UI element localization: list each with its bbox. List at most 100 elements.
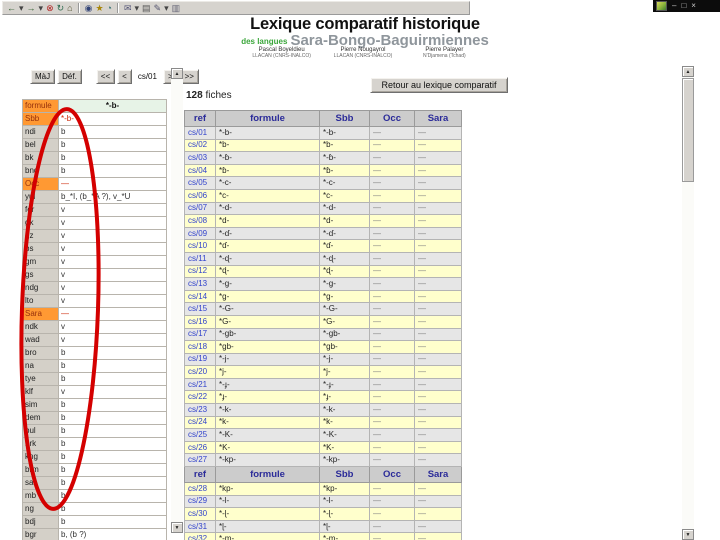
prev-record-button[interactable]: <: [117, 69, 132, 84]
ref-link[interactable]: cs/24: [184, 415, 216, 430]
ref-link[interactable]: cs/30: [184, 507, 216, 521]
search-icon[interactable]: ◉: [85, 3, 93, 13]
ref-link[interactable]: cs/26: [184, 440, 216, 455]
lang-label: ng: [22, 502, 59, 516]
sara-cell: —: [414, 494, 462, 509]
ref-link[interactable]: cs/06: [184, 188, 216, 203]
ref-link[interactable]: cs/04: [184, 163, 216, 178]
ref-link[interactable]: cs/01: [184, 126, 216, 140]
ref-link[interactable]: cs/27: [184, 453, 216, 468]
formule-cell: *-ɗ-: [215, 226, 320, 241]
table-row: cs/19 *-j- *-j- — —: [184, 352, 462, 367]
sara-cell: —: [414, 226, 462, 241]
column-header-ref: ref: [184, 110, 216, 127]
record-form-row: mb b: [22, 489, 167, 503]
formule-cell: *-ɖ-: [215, 251, 320, 266]
ref-link[interactable]: cs/07: [184, 201, 216, 216]
sbb-cell: *-ɟ-: [319, 377, 370, 392]
ref-link[interactable]: cs/02: [184, 138, 216, 153]
minimize-icon[interactable]: –: [672, 2, 676, 10]
edit-dropdown-icon[interactable]: ▾: [164, 3, 169, 13]
forward-dropdown-icon[interactable]: ▾: [39, 3, 44, 13]
ref-link[interactable]: cs/12: [184, 264, 216, 279]
lang-label: klf: [22, 385, 59, 399]
lang-label: kng: [22, 450, 59, 464]
scrollbar-thumb[interactable]: [682, 78, 694, 182]
record-form-row: formule *-b-: [22, 99, 167, 113]
ref-link[interactable]: cs/23: [184, 403, 216, 417]
scroll-down-icon[interactable]: ▼: [171, 522, 183, 533]
print-icon[interactable]: ▤: [142, 3, 151, 13]
sbb-cell: *k-: [319, 415, 370, 430]
record-form-value: v: [58, 242, 167, 256]
ref-link[interactable]: cs/20: [184, 365, 216, 379]
ref-link[interactable]: cs/25: [184, 428, 216, 442]
back-dropdown-icon[interactable]: ▾: [19, 3, 24, 13]
formule-cell: *-k-: [215, 403, 320, 417]
ref-link[interactable]: cs/09: [184, 226, 216, 241]
back-icon[interactable]: ←: [7, 3, 16, 13]
ref-link[interactable]: cs/14: [184, 289, 216, 304]
occ-cell: —: [369, 403, 415, 417]
forward-icon[interactable]: →: [27, 3, 36, 13]
home-icon[interactable]: ⌂: [67, 3, 72, 13]
formule-cell: *-ɟ-: [215, 377, 320, 392]
ref-link[interactable]: cs/32: [184, 532, 216, 540]
left-frame-scrollbar[interactable]: ▲ ▼: [171, 68, 183, 533]
record-form-row: ng b: [22, 502, 167, 516]
record-form-value: v: [58, 268, 167, 282]
ref-link[interactable]: cs/17: [184, 327, 216, 342]
maximize-icon[interactable]: □: [681, 2, 686, 10]
formule-cell: *c-: [215, 188, 320, 203]
first-record-button[interactable]: <<: [95, 69, 116, 84]
table-row: cs/24 *k- *k- — —: [184, 415, 462, 430]
record-form-value: b: [58, 138, 167, 152]
ref-link[interactable]: cs/05: [184, 176, 216, 190]
refresh-icon[interactable]: ↻: [57, 3, 65, 13]
lang-label: sim: [22, 398, 59, 412]
scroll-up-icon[interactable]: ▲: [171, 68, 183, 79]
stop-icon[interactable]: ⊗: [46, 3, 54, 13]
ref-link[interactable]: cs/15: [184, 302, 216, 316]
ref-link[interactable]: cs/08: [184, 214, 216, 228]
mail-icon[interactable]: ✉: [124, 3, 132, 13]
ref-link[interactable]: cs/28: [184, 482, 216, 496]
ref-link[interactable]: cs/13: [184, 277, 216, 291]
table-row: cs/25 *-K- *-K- — —: [184, 428, 462, 442]
ref-link[interactable]: cs/10: [184, 239, 216, 253]
close-icon[interactable]: ×: [691, 2, 696, 10]
ref-link[interactable]: cs/11: [184, 251, 216, 266]
occ-cell: —: [369, 188, 415, 203]
record-form-row: yul b_*I, (b_*A ?), v_*U: [22, 190, 167, 204]
ref-link[interactable]: cs/29: [184, 494, 216, 509]
sara-cell: —: [414, 176, 462, 190]
ref-link[interactable]: cs/19: [184, 352, 216, 367]
occ-cell: —: [369, 176, 415, 190]
ref-link[interactable]: cs/18: [184, 340, 216, 354]
ref-link[interactable]: cs/03: [184, 151, 216, 165]
formule-cell: *-b-: [215, 126, 320, 140]
lang-label: bdj: [22, 515, 59, 529]
back-to-lexicon-button[interactable]: Retour au lexique comparatif: [370, 77, 508, 93]
ref-link[interactable]: cs/16: [184, 314, 216, 329]
scroll-up-icon[interactable]: ▲: [682, 66, 694, 77]
main-frame-scrollbar[interactable]: ▲ ▼: [682, 66, 694, 540]
history-icon[interactable]: ◔: [107, 3, 112, 13]
definition-button[interactable]: Déf.: [57, 69, 82, 84]
sbb-cell: *ɟ-: [319, 390, 370, 405]
ref-link[interactable]: cs/21: [184, 377, 216, 392]
record-form-row: bk b: [22, 151, 167, 165]
record-form: formule *-b- Sbb *-b-ndi b bel b bk b bng b Occ — yul…: [22, 99, 167, 540]
scroll-down-icon[interactable]: ▼: [682, 529, 694, 540]
edit-icon[interactable]: ✎: [154, 3, 162, 13]
ref-link[interactable]: cs/31: [184, 519, 216, 534]
update-button[interactable]: MàJ: [30, 69, 56, 84]
discuss-icon[interactable]: ▥: [172, 3, 181, 13]
sbb-cell: *-kp-: [319, 453, 370, 468]
occ-cell: —: [369, 415, 415, 430]
ref-link[interactable]: cs/22: [184, 390, 216, 405]
mail-dropdown-icon[interactable]: ▾: [135, 3, 140, 13]
occ-cell: —: [369, 126, 415, 140]
table-row: cs/30 *-ɭ- *-ɭ- — —: [184, 507, 462, 521]
favorites-icon[interactable]: ★: [95, 3, 103, 13]
